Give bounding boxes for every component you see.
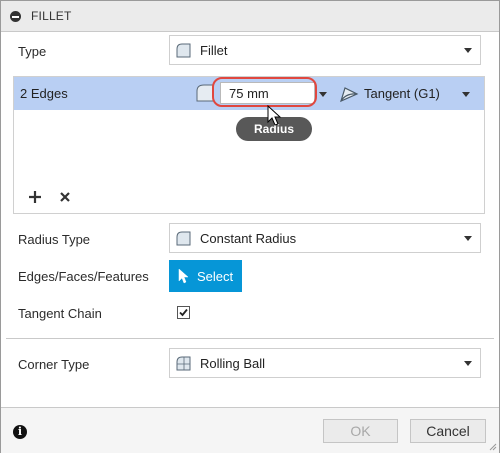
chevron-down-icon	[464, 236, 472, 241]
constant-radius-icon	[176, 231, 191, 246]
tangent-icon	[340, 87, 359, 103]
add-icon[interactable]	[26, 188, 44, 206]
radius-input[interactable]: 75 mm	[212, 77, 317, 107]
type-value: Fillet	[200, 43, 228, 58]
select-arrow-icon	[178, 268, 189, 284]
remove-icon[interactable]	[58, 190, 72, 204]
dialog-titlebar: FILLET	[1, 1, 499, 32]
chevron-down-icon	[464, 361, 472, 366]
tangent-chain-checkbox[interactable]	[177, 306, 190, 319]
collapse-icon[interactable]	[10, 11, 21, 22]
ok-button[interactable]: OK	[323, 419, 398, 443]
radius-dropdown-icon[interactable]	[319, 92, 327, 97]
fillet-type-icon	[176, 43, 191, 58]
radius-type-label: Radius Type	[18, 232, 91, 247]
radius-type-value: Constant Radius	[200, 231, 297, 246]
type-label: Type	[18, 44, 47, 59]
fillet-dialog: FILLET Type Fillet 2 Edges 75 mm Tangent…	[0, 0, 500, 453]
tangency-dropdown-icon[interactable]	[462, 92, 470, 97]
resize-grip-icon[interactable]	[489, 443, 497, 451]
select-button-label: Select	[197, 269, 234, 284]
select-button[interactable]: Select	[169, 260, 242, 292]
edges-selection-list: 2 Edges 75 mm Tangent (G1)	[13, 76, 485, 214]
type-dropdown[interactable]: Fillet	[169, 35, 481, 65]
corner-type-dropdown[interactable]: Rolling Ball	[169, 348, 481, 378]
edge-set-row[interactable]: 2 Edges 75 mm Tangent (G1)	[14, 77, 484, 110]
rolling-ball-icon	[176, 356, 191, 371]
edge-count-label: 2 Edges	[20, 86, 68, 101]
dialog-title: FILLET	[31, 9, 72, 23]
tangent-chain-label: Tangent Chain	[18, 306, 102, 321]
radius-highlight-annotation	[212, 77, 317, 107]
corner-type-label: Corner Type	[18, 357, 90, 372]
info-icon[interactable]: i	[13, 425, 27, 439]
section-divider	[6, 338, 494, 339]
tangency-value[interactable]: Tangent (G1)	[364, 86, 440, 101]
edges-faces-label: Edges/Faces/Features	[18, 269, 149, 284]
chevron-down-icon	[464, 48, 472, 53]
cancel-button[interactable]: Cancel	[410, 419, 486, 443]
checkmark-icon	[179, 308, 188, 317]
cursor-icon	[267, 105, 282, 126]
corner-type-value: Rolling Ball	[200, 356, 266, 371]
dialog-footer: i OK Cancel	[1, 407, 499, 453]
radius-type-dropdown[interactable]: Constant Radius	[169, 223, 481, 253]
